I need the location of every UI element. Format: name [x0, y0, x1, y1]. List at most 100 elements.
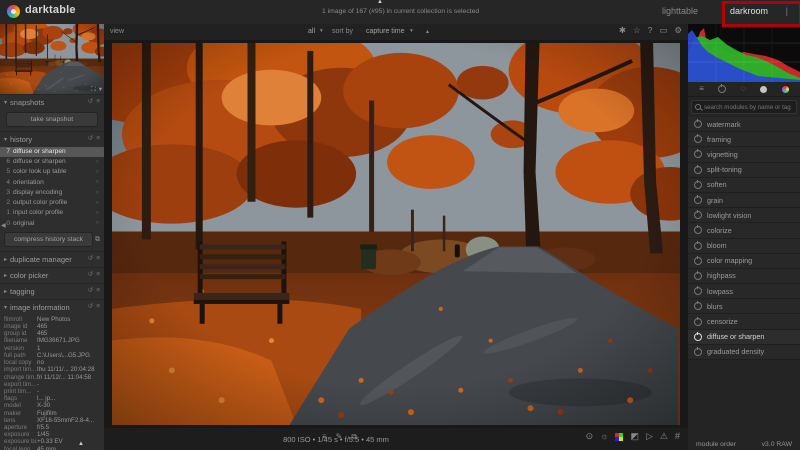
histogram[interactable] [688, 24, 800, 82]
module-item-censorize[interactable]: censorize [688, 314, 800, 330]
presets-icon[interactable]: ≡ [96, 288, 100, 295]
zoom-dropdown-icon[interactable]: ▾ [99, 86, 102, 94]
filter-dropdown[interactable]: all [308, 28, 315, 35]
reset-icon[interactable]: ↺ [88, 256, 93, 263]
guides-icon[interactable]: # [675, 432, 680, 441]
history-toggle-icon[interactable]: ○ [96, 179, 99, 186]
module-power-icon[interactable] [694, 301, 702, 311]
history-toggle-icon[interactable]: ○ [96, 159, 99, 166]
presets-icon[interactable]: ≡ [96, 136, 100, 143]
module-power-icon[interactable] [694, 255, 702, 265]
history-toggle-icon[interactable]: ○ [96, 190, 99, 197]
compress-history-button[interactable]: compress history stack [4, 231, 93, 247]
module-power-icon[interactable] [694, 119, 702, 129]
module-item-diffuse-or-sharpen[interactable]: diffuse or sharpen [688, 329, 800, 345]
gamut-check-icon[interactable]: ⚠ [660, 432, 668, 441]
module-item-lowlight-vision[interactable]: lowlight vision [688, 208, 800, 224]
module-power-icon[interactable] [694, 316, 702, 326]
history-item[interactable]: 0 original ○ [0, 219, 104, 229]
snapshots-header[interactable]: ▾ snapshots ↺ ≡ [0, 95, 104, 110]
filmstrip-expand-icon[interactable]: ▲ [78, 441, 84, 447]
history-item[interactable]: 5 color look up table ○ [0, 167, 104, 177]
presets-icon[interactable]: ≡ [96, 99, 100, 106]
history-toggle-icon[interactable]: ○ [96, 149, 99, 156]
history-toggle-icon[interactable]: ○ [96, 220, 99, 227]
history-item[interactable]: 7 diffuse or sharpen ○ [0, 147, 104, 158]
presets-icon[interactable]: ≡ [96, 304, 100, 311]
reset-icon[interactable]: ↺ [88, 304, 93, 311]
module-item-soften[interactable]: soften [688, 177, 800, 193]
section-header-duplicate-manager[interactable]: ▸ duplicate manager ↺ ≡ [0, 252, 104, 267]
history-item[interactable]: 3 display encoding ○ [0, 188, 104, 198]
history-item[interactable]: 4 orientation ○ [0, 178, 104, 188]
history-toggle-icon[interactable]: ○ [96, 200, 99, 207]
module-item-vignetting[interactable]: vignetting [688, 147, 800, 163]
history-toggle-icon[interactable]: ○ [96, 210, 99, 217]
module-power-icon[interactable] [694, 225, 702, 235]
module-power-icon[interactable] [694, 331, 702, 341]
module-item-graduated-density[interactable]: graduated density [688, 344, 800, 360]
module-item-color-mapping[interactable]: color mapping [688, 253, 800, 269]
module-power-icon[interactable] [694, 134, 702, 144]
reset-icon[interactable]: ↺ [88, 99, 93, 106]
preferences-icon[interactable]: ⚙ [674, 26, 682, 35]
darkroom-canvas[interactable] [104, 40, 688, 428]
grouping-icon[interactable]: ✱ [619, 26, 626, 35]
history-item[interactable]: 6 diffuse or sharpen ○ [0, 157, 104, 167]
navigation-panel[interactable]: ⛶ ▾ [0, 24, 104, 94]
module-search-input[interactable] [704, 103, 793, 111]
module-item-grain[interactable]: grain [688, 192, 800, 209]
iso12646-icon[interactable]: ☼ [600, 432, 608, 441]
history-item[interactable]: 1 input color profile ○ [0, 208, 104, 218]
panel-collapse-left-icon[interactable]: ◀ [1, 222, 6, 229]
focus-peaking-icon[interactable]: ⊙ [586, 432, 594, 441]
quick-access-icon[interactable]: ≡ [699, 85, 704, 93]
module-item-watermark[interactable]: watermark [688, 117, 800, 133]
presets-icon[interactable]: ≡ [96, 272, 100, 279]
module-power-icon[interactable] [694, 346, 702, 356]
module-order-button[interactable]: module order [696, 441, 736, 448]
module-power-icon[interactable] [694, 149, 702, 159]
reset-icon[interactable]: ↺ [88, 136, 93, 143]
panel-collapse-top-icon[interactable]: ▲ [377, 0, 383, 5]
active-modules-icon[interactable] [718, 84, 727, 93]
panel-layout-icon[interactable]: ▭ [659, 26, 667, 35]
reset-icon[interactable]: ↺ [88, 288, 93, 295]
create-style-icon[interactable]: ⧉ [95, 236, 100, 243]
history-toggle-icon[interactable]: ○ [96, 169, 99, 176]
base-group-icon[interactable]: ◌ [741, 85, 746, 93]
image-information-header[interactable]: ▾ image information ↺ ≡ [0, 300, 104, 315]
zoom-fit-icon[interactable]: ⛶ [91, 86, 96, 94]
history-header[interactable]: ▾ history ↺ ≡ [0, 132, 104, 147]
module-item-blurs[interactable]: blurs [688, 299, 800, 315]
module-power-icon[interactable] [694, 240, 702, 250]
module-item-split-toning[interactable]: split-toning [688, 162, 800, 178]
take-snapshot-button[interactable]: take snapshot [6, 112, 98, 127]
history-item[interactable]: 2 output color profile ○ [0, 198, 104, 208]
module-power-icon[interactable] [694, 164, 702, 174]
module-item-bloom[interactable]: bloom [688, 238, 800, 254]
color-assessment-icon[interactable] [615, 432, 624, 441]
sort-direction-icon[interactable]: ▴ [426, 28, 429, 35]
section-header-tagging[interactable]: ▸ tagging ↺ ≡ [0, 284, 104, 299]
filter-caret-icon[interactable]: ▾ [320, 28, 323, 34]
module-power-icon[interactable] [694, 179, 702, 189]
sort-caret-icon[interactable]: ▾ [410, 28, 413, 34]
color-group-icon[interactable] [781, 85, 789, 93]
reset-icon[interactable]: ↺ [88, 272, 93, 279]
overlays-icon[interactable]: ☆ [633, 26, 641, 35]
module-item-framing[interactable]: framing [688, 132, 800, 148]
module-power-icon[interactable] [694, 286, 702, 296]
tone-group-icon[interactable] [760, 85, 768, 93]
help-icon[interactable]: ? [648, 26, 653, 35]
module-power-icon[interactable] [694, 270, 702, 280]
view-lighttable[interactable]: lighttable [662, 6, 698, 16]
module-power-icon[interactable] [694, 210, 702, 220]
module-item-highpass[interactable]: highpass [688, 268, 800, 285]
presets-icon[interactable]: ≡ [96, 256, 100, 263]
module-power-icon[interactable] [694, 195, 702, 205]
edited-photo[interactable] [112, 43, 680, 425]
overexposed-icon[interactable]: ▷ [646, 432, 653, 441]
module-item-lowpass[interactable]: lowpass [688, 284, 800, 300]
raw-overexposed-icon[interactable]: ◩ [630, 432, 639, 441]
